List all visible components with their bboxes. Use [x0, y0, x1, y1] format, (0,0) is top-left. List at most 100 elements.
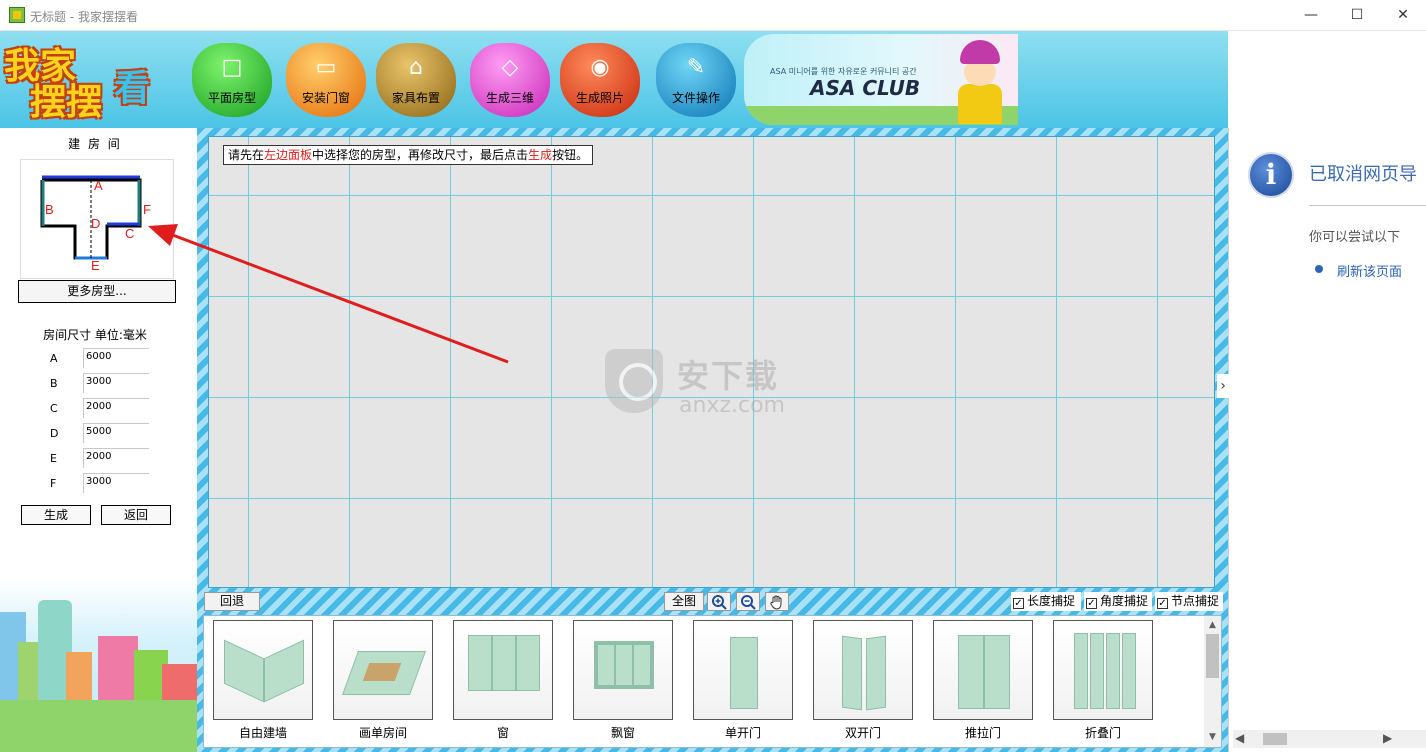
window-label: 窗 — [496, 726, 509, 740]
floor-plan-label: 平面房型 — [207, 91, 256, 105]
free-wall-thumbnail — [213, 620, 313, 720]
hint-left-panel: 左边面板 — [264, 148, 313, 162]
library-item-folding-door[interactable]: 折叠门 — [1053, 620, 1153, 742]
dim-label-c: C — [50, 402, 58, 415]
zoom-out-icon[interactable] — [736, 592, 760, 611]
canvas-toolbar: 回退 全图 ✓ 长度捕捉 ✓ 角度捕捉 ✓ 节点捕捉 — [197, 591, 1228, 612]
double-door-thumbnail — [813, 620, 913, 720]
free-wall-label: 自由建墙 — [238, 726, 287, 740]
close-button[interactable]: ✕ — [1380, 0, 1426, 31]
label-c: C — [125, 226, 134, 241]
sliding-door-label: 推拉门 — [964, 726, 1001, 740]
floor-plan-button[interactable]: □ 平面房型 — [192, 43, 272, 117]
node-snap-checkbox[interactable]: ✓ 节点捕捉 — [1155, 592, 1223, 611]
generate-button[interactable]: 生成 — [21, 505, 91, 525]
fit-view-button[interactable]: 全图 — [664, 592, 704, 611]
chevron-right-icon[interactable]: › — [1217, 374, 1229, 398]
zoom-in-icon[interactable] — [707, 592, 731, 611]
scroll-left-icon[interactable]: ◀ — [1235, 731, 1244, 745]
window-thumbnail — [453, 620, 553, 720]
back-button[interactable]: 返回 — [101, 505, 171, 525]
library-item-double-door[interactable]: 双开门 — [813, 620, 913, 742]
label-e: E — [91, 258, 100, 273]
bay-window-thumbnail — [573, 620, 673, 720]
app-icon — [9, 7, 25, 23]
logo-text-3: 看 — [114, 68, 151, 109]
single-door-thumbnail — [693, 620, 793, 720]
generate-photo-button[interactable]: ◉ 生成照片 — [560, 43, 640, 117]
file-operations-button[interactable]: ✎ 文件操作 — [656, 43, 736, 117]
generate-photo-label: 生成照片 — [575, 91, 624, 105]
title-bar: 无标题 - 我家摆摆看 — ☐ ✕ — [0, 0, 1426, 31]
scrollbar-thumb[interactable] — [1263, 733, 1287, 745]
maximize-button[interactable]: ☐ — [1334, 0, 1380, 31]
scrollbar-thumb[interactable] — [1206, 634, 1219, 678]
cube-icon: ◇ — [501, 55, 519, 80]
label-d: D — [91, 216, 100, 231]
minimize-button[interactable]: — — [1288, 0, 1334, 31]
info-icon: i — [1248, 152, 1294, 198]
horizontal-scrollbar[interactable]: ◀ ▶ — [1233, 730, 1426, 748]
more-room-types-button[interactable]: 更多房型... — [18, 280, 176, 303]
hint-part-3: 中选择您的房型，再修改尺寸，最后点击 — [312, 148, 529, 162]
angle-snap-checkbox[interactable]: ✓ 角度捕捉 — [1084, 592, 1152, 611]
banner-character-illustration — [956, 40, 1008, 124]
library-item-sliding-door[interactable]: 推拉门 — [933, 620, 1033, 742]
room-shape-preview: A B C D E F — [20, 159, 174, 279]
label-a: A — [94, 178, 103, 193]
library-item-free-wall[interactable]: 自由建墙 — [213, 620, 313, 742]
drawing-canvas[interactable]: 请先在左边面板中选择您的房型，再修改尺寸，最后点击生成按钮。 安下载 anxz.… — [208, 136, 1215, 588]
dim-input-c[interactable]: 2000 — [83, 398, 149, 418]
install-doors-windows-button[interactable]: ▭ 安装门窗 — [286, 43, 366, 117]
watermark: 安下载 anxz.com — [605, 349, 827, 419]
node-snap-check-icon: ✓ — [1157, 598, 1168, 609]
square-outline-icon: □ — [221, 55, 243, 80]
furniture-layout-label: 家具布置 — [391, 91, 440, 105]
room-builder-panel: 建 房 间 A B C D E F 更多房型... 房间尺寸 单位:毫米 A 6… — [0, 128, 197, 752]
dim-label-d: D — [50, 427, 59, 440]
library-item-single-door[interactable]: 单开门 — [693, 620, 793, 742]
window-title: 无标题 - 我家摆摆看 — [30, 10, 138, 24]
scroll-right-icon[interactable]: ▶ — [1383, 731, 1392, 745]
label-b: B — [45, 202, 54, 217]
hint-part-5: 按钮。 — [552, 148, 589, 162]
city-illustration — [0, 588, 197, 752]
single-room-label: 画单房间 — [358, 726, 407, 740]
node-snap-label: 节点捕捉 — [1171, 594, 1220, 608]
library-item-window[interactable]: 窗 — [453, 620, 553, 742]
single-door-label: 单开门 — [724, 726, 761, 740]
length-snap-checkbox[interactable]: ✓ 长度捕捉 — [1011, 592, 1081, 611]
shield-icon — [605, 349, 663, 413]
furniture-layout-button[interactable]: ⌂ 家具布置 — [376, 43, 456, 117]
banner-title: ASA CLUB — [810, 76, 921, 100]
bullet-icon — [1315, 265, 1323, 273]
double-door-label: 双开门 — [844, 726, 881, 740]
ad-banner[interactable]: ASA 미니어를 위한 자유로운 커뮤니티 공간 ASA CLUB — [744, 34, 1018, 125]
scroll-down-icon[interactable]: ▼ — [1206, 730, 1219, 744]
folding-door-label: 折叠门 — [1084, 726, 1121, 740]
single-room-thumbnail — [333, 620, 433, 720]
refresh-page-link[interactable]: 刷新该页面 — [1337, 261, 1402, 280]
dim-input-b[interactable]: 3000 — [83, 373, 149, 393]
dim-input-e[interactable]: 2000 — [83, 448, 149, 468]
divider — [1309, 205, 1426, 206]
dim-input-a[interactable]: 6000 — [83, 348, 149, 368]
generate-3d-button[interactable]: ◇ 生成三维 — [470, 43, 550, 117]
library-item-bay-window[interactable]: 飘窗 — [573, 620, 673, 742]
hint-part-1: 请先在 — [228, 148, 265, 162]
navigation-canceled-title: 已取消网页导 — [1309, 164, 1417, 185]
file-operations-label: 文件操作 — [671, 91, 720, 105]
library-item-single-room[interactable]: 画单房间 — [333, 620, 433, 742]
dim-input-d[interactable]: 5000 — [83, 423, 149, 443]
length-snap-check-icon: ✓ — [1013, 598, 1024, 609]
window-frame-icon: ▭ — [315, 55, 337, 80]
scroll-up-icon[interactable]: ▲ — [1206, 618, 1219, 632]
library-scrollbar[interactable]: ▲ ▼ — [1204, 616, 1221, 747]
hand-icon[interactable] — [765, 592, 789, 611]
undo-button[interactable]: 回退 — [204, 592, 260, 611]
angle-snap-check-icon: ✓ — [1086, 598, 1097, 609]
furniture-icon: ⌂ — [409, 55, 423, 80]
hint-generate: 生成 — [528, 148, 553, 162]
dim-input-f[interactable]: 3000 — [83, 473, 149, 493]
dim-label-a: A — [50, 352, 58, 365]
